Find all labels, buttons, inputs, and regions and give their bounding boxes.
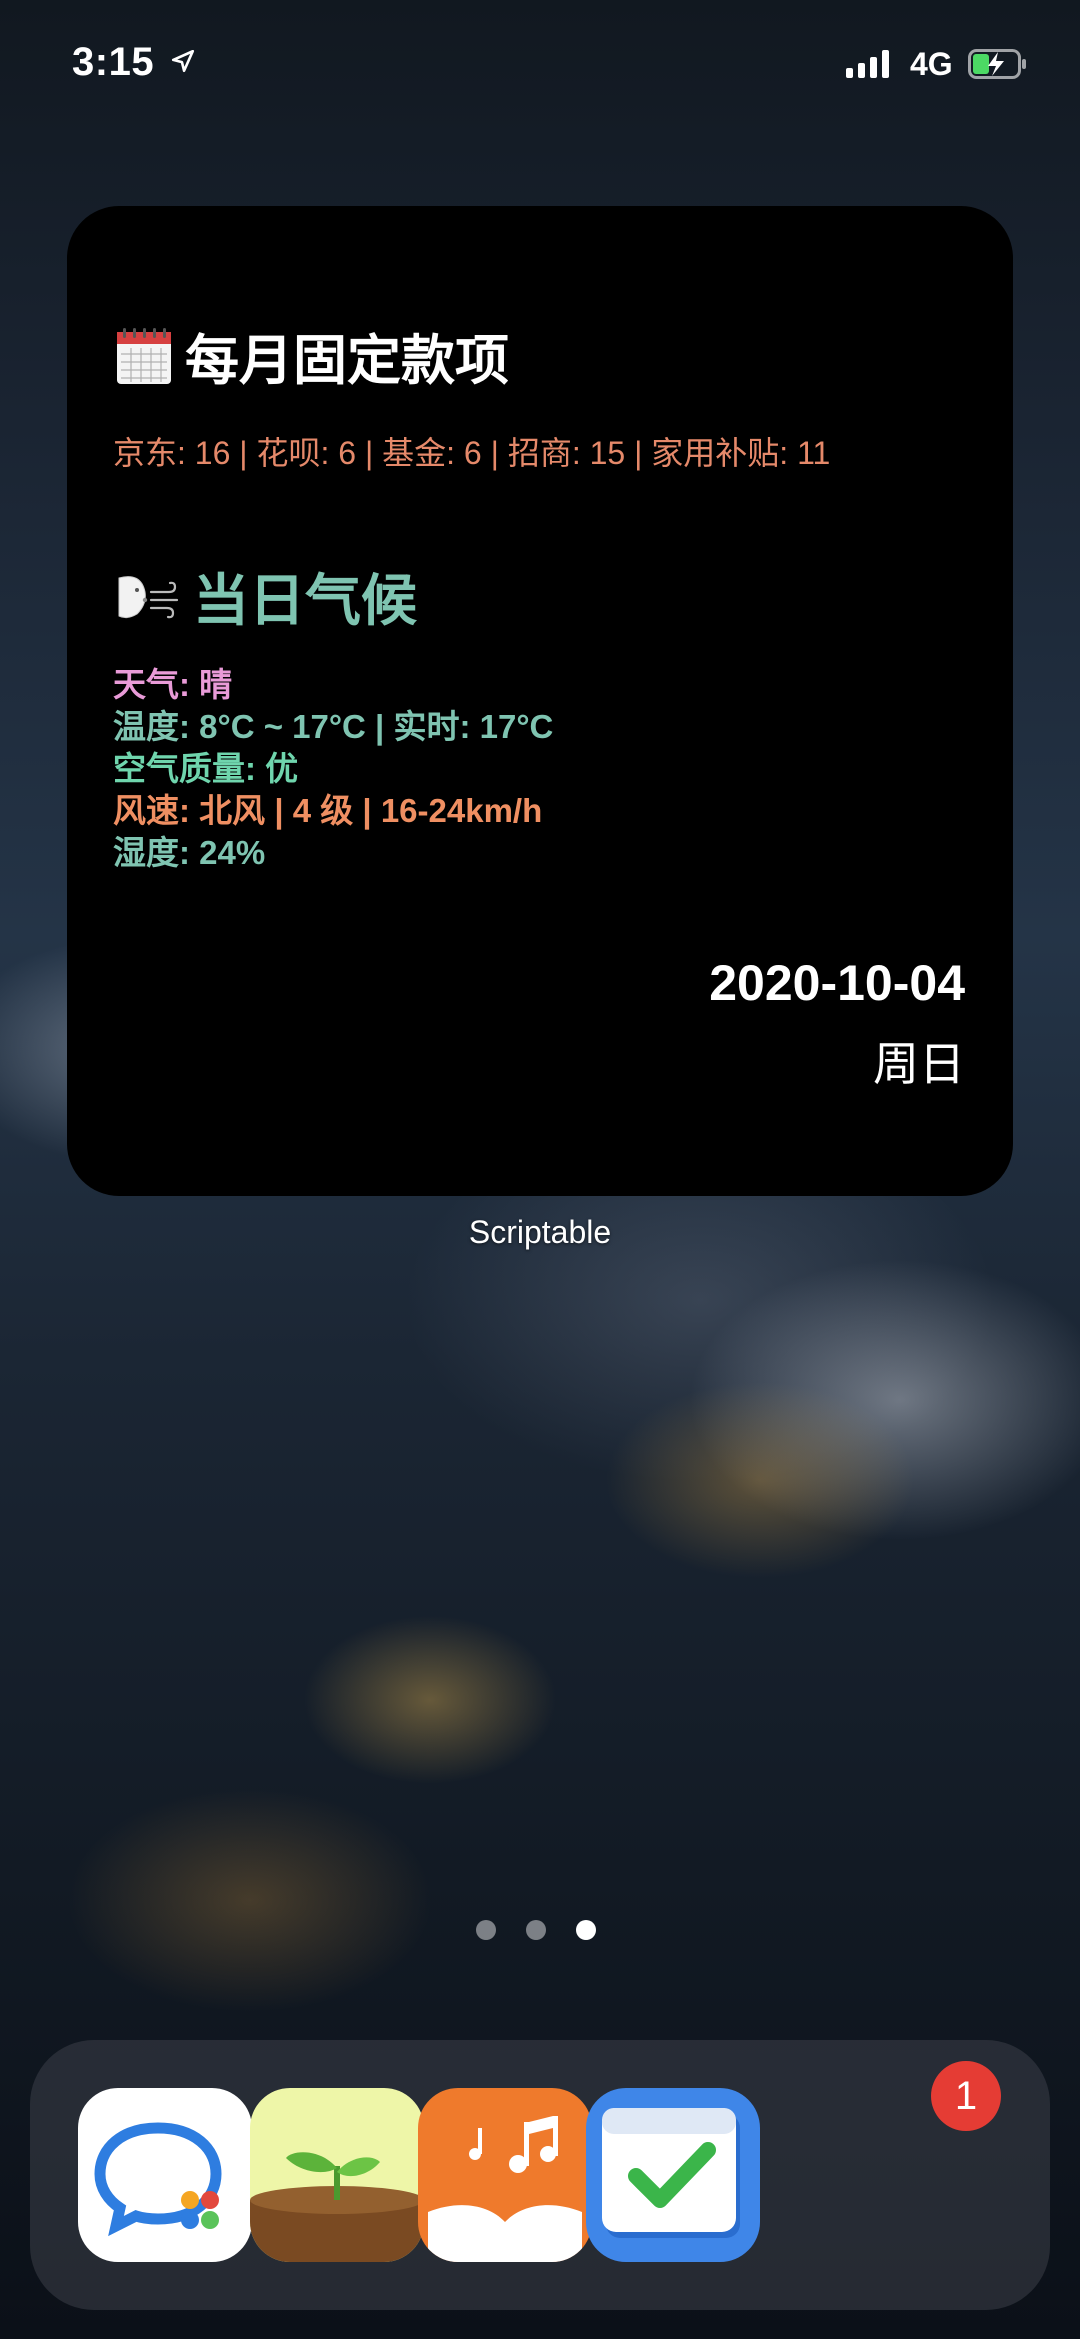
- cellular-signal-icon: [846, 50, 889, 78]
- weather-wind: 风速: 北风 | 4 级 | 16-24km/h: [113, 792, 543, 829]
- wind-face-icon: [118, 575, 179, 618]
- books-audio-app-icon[interactable]: [418, 2088, 592, 2262]
- page-dot-1[interactable]: [476, 1920, 496, 1940]
- forest-app-icon[interactable]: [250, 2088, 424, 2262]
- scriptable-widget[interactable]: 每月固定款项 京东: 16 | 花呗: 6 | 基金: 6 | 招商: 15 |…: [67, 206, 1013, 1196]
- monthly-payments-header: 每月固定款项: [115, 316, 509, 395]
- widget-app-label: Scriptable: [468, 1214, 612, 1250]
- weather-temperature: 温度: 8°C ~ 17°C | 实时: 17°C: [113, 708, 554, 745]
- widget-date: 2020-10-04: [709, 955, 965, 1011]
- page-dot-2[interactable]: [526, 1920, 546, 1940]
- network-type: 4G: [910, 46, 953, 82]
- things-app-icon[interactable]: [586, 2088, 760, 2262]
- payments-line: 京东: 16 | 花呗: 6 | 基金: 6 | 招商: 15 | 家用补贴: …: [113, 435, 831, 471]
- battery-charging-icon: [968, 49, 1026, 79]
- weather-title: 当日气候: [193, 569, 417, 632]
- weather-condition: 天气: 晴: [113, 666, 233, 703]
- weather-header: 当日气候: [115, 556, 417, 637]
- status-time: 3:15: [72, 40, 155, 84]
- monthly-payments-title: 每月固定款项: [185, 331, 509, 391]
- spiral-calendar-icon: [117, 327, 171, 384]
- music-book-icon: [418, 2088, 592, 2262]
- weather-air-quality: 空气质量: 优: [113, 750, 299, 787]
- chat-bubbles-icon: [78, 2088, 252, 2262]
- page-dot-3-active[interactable]: [576, 1920, 596, 1940]
- calendar-check-icon: [586, 2088, 760, 2262]
- weather-details: 天气: 晴 温度: 8°C ~ 17°C | 实时: 17°C 空气质量: 优 …: [113, 664, 553, 874]
- sprout-icon: [250, 2088, 424, 2262]
- notification-badge: 1: [931, 2061, 1001, 2131]
- location-arrow-icon: [171, 49, 195, 73]
- weather-humidity: 湿度: 24%: [113, 834, 266, 871]
- dock: [30, 2040, 1050, 2310]
- status-bar: 3:15 4G: [0, 0, 1080, 130]
- page-indicator[interactable]: [476, 1920, 596, 1940]
- wecom-app-icon[interactable]: [78, 2088, 252, 2262]
- widget-weekday: 周日: [873, 1038, 965, 1090]
